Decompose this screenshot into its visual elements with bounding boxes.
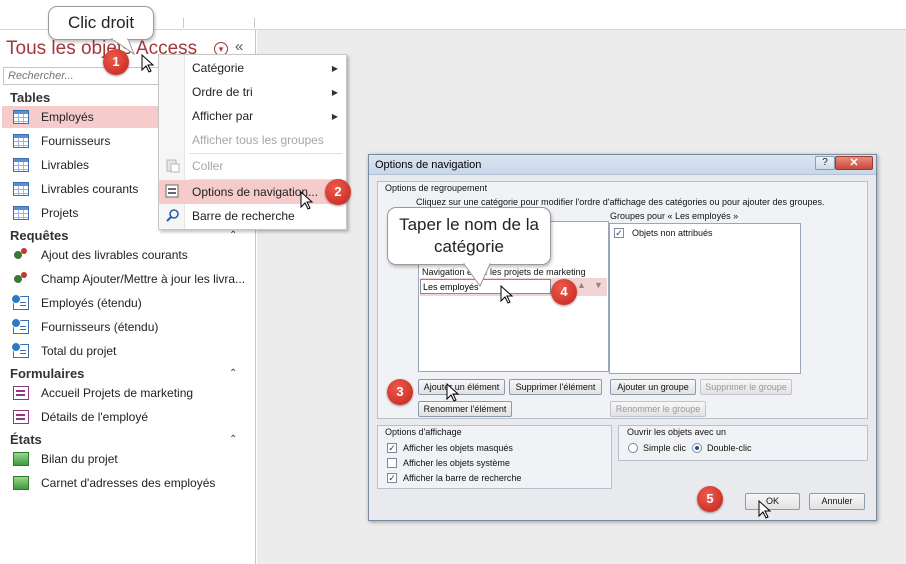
paste-icon <box>165 158 180 173</box>
checkbox-checked-icon[interactable]: ✓ <box>614 228 624 238</box>
delete-item-button[interactable]: Supprimer l'élément <box>509 379 602 395</box>
menu-item-search-bar[interactable]: Barre de recherche <box>159 204 346 228</box>
select-query-icon <box>11 294 29 310</box>
group-item-label: Objets non attribués <box>632 228 713 238</box>
mouse-pointer-icon <box>300 191 314 210</box>
mouse-pointer-icon <box>446 383 460 402</box>
rename-group-button[interactable]: Renommer le groupe <box>610 401 706 417</box>
nav-item[interactable]: Livrables <box>2 154 158 176</box>
groups-list-header: Groupes pour « Les employés » <box>610 211 739 221</box>
collapse-pane-icon[interactable]: « <box>235 38 243 55</box>
checkbox-unchecked-icon[interactable] <box>387 458 397 468</box>
mouse-pointer-icon <box>758 500 772 519</box>
grouping-options-title: Options de regroupement <box>385 183 488 193</box>
display-options-title: Options d'affichage <box>385 427 462 437</box>
group-header-forms[interactable]: Formulaires <box>10 366 84 381</box>
close-button[interactable]: ✕ <box>835 156 873 170</box>
menu-item-paste[interactable]: Coller <box>159 154 346 178</box>
nav-item[interactable]: Livrables courants <box>2 178 158 200</box>
submenu-arrow-icon: ▶ <box>331 111 338 121</box>
step-marker-3: 3 <box>387 379 413 405</box>
display-options-group: Options d'affichage ✓ Afficher les objet… <box>377 425 612 489</box>
move-down-icon[interactable]: ▼ <box>594 280 603 290</box>
double-click-label: Double-clic <box>707 443 752 453</box>
groups-list[interactable]: ✓ Objets non attribués <box>609 223 801 374</box>
table-icon <box>13 110 29 124</box>
table-icon <box>13 206 29 220</box>
help-button[interactable]: ? <box>815 156 835 170</box>
collapse-group-icon[interactable]: ⌃ <box>229 434 237 445</box>
dialog-titlebar: Options de navigation ? ✕ <box>369 155 876 175</box>
checkbox-checked-icon[interactable]: ✓ <box>387 473 397 483</box>
select-query-icon <box>11 318 29 334</box>
context-menu: Catégorie ▶ Ordre de tri ▶ Afficher par ▶ A… <box>158 54 347 230</box>
radio-single-click[interactable] <box>628 443 638 453</box>
menu-item-show-all-groups[interactable]: Afficher tous les groupes <box>159 128 346 152</box>
cancel-button[interactable]: Annuler <box>809 493 865 510</box>
nav-item[interactable]: Accueil Projets de marketing <box>2 382 252 404</box>
open-objects-group: Ouvrir les objets avec un Simple clic Do… <box>618 425 868 461</box>
update-query-icon <box>13 272 29 286</box>
callout-type-name: Taper le nom de la catégorie <box>387 207 551 265</box>
show-system-label: Afficher les objets système <box>403 458 510 468</box>
nav-item[interactable]: Employés (étendu) <box>2 292 158 314</box>
single-click-label: Simple clic <box>643 443 687 453</box>
collapse-group-icon[interactable]: ⌃ <box>229 230 237 241</box>
nav-item[interactable]: Bilan du projet <box>2 448 158 470</box>
select-query-icon <box>11 342 29 358</box>
nav-item[interactable]: Employés <box>2 106 158 128</box>
table-icon <box>13 158 29 172</box>
collapse-group-icon[interactable]: ⌃ <box>229 368 237 379</box>
group-header-reports[interactable]: États <box>10 432 42 447</box>
show-search-bar-label: Afficher la barre de recherche <box>403 473 522 483</box>
menu-item-sort-order[interactable]: Ordre de tri ▶ <box>159 80 346 104</box>
table-icon <box>13 182 29 196</box>
nav-item[interactable]: Projets <box>2 202 158 224</box>
step-marker-2: 2 <box>325 179 351 205</box>
nav-item[interactable]: Fournisseurs (étendu) <box>2 316 158 338</box>
checkbox-checked-icon[interactable]: ✓ <box>387 443 397 453</box>
menu-item-category[interactable]: Catégorie ▶ <box>159 56 346 80</box>
report-icon <box>13 476 29 490</box>
nav-item[interactable]: Ajout des livrables courants <box>2 244 252 266</box>
dialog-title: Options de navigation <box>375 159 482 171</box>
menu-item-navigation-options[interactable]: Options de navigation... <box>159 180 346 204</box>
step-marker-4: 4 <box>551 279 577 305</box>
nav-item[interactable]: Fournisseurs <box>2 130 158 152</box>
step-marker-5: 5 <box>697 486 723 512</box>
nav-item[interactable]: Carnet d'adresses des employés <box>2 472 252 494</box>
ok-button[interactable]: OK <box>745 493 800 510</box>
mouse-pointer-icon <box>141 54 155 73</box>
nav-item[interactable]: Champ Ajouter/Mettre à jour les livra... <box>2 268 254 290</box>
form-icon <box>13 410 29 424</box>
mouse-pointer-icon <box>500 285 514 304</box>
delete-group-button[interactable]: Supprimer le groupe <box>700 379 792 395</box>
add-group-button[interactable]: Ajouter un groupe <box>610 379 696 395</box>
group-header-tables[interactable]: Tables <box>10 90 50 105</box>
group-header-queries[interactable]: Requêtes <box>10 228 69 243</box>
nav-item[interactable]: Détails de l'employé <box>2 406 158 428</box>
submenu-arrow-icon: ▶ <box>331 63 338 73</box>
rename-item-button[interactable]: Renommer l'élément <box>418 401 512 417</box>
move-up-icon[interactable]: ▲ <box>577 280 586 290</box>
nav-item[interactable]: Total du projet <box>2 340 158 362</box>
open-objects-title: Ouvrir les objets avec un <box>627 427 727 437</box>
append-query-icon <box>13 248 29 262</box>
table-icon <box>13 134 29 148</box>
callout-right-click: Clic droit <box>48 6 154 40</box>
radio-double-click[interactable] <box>692 443 702 453</box>
add-item-button[interactable]: Ajouter un élément <box>418 379 505 395</box>
grouping-instruction: Cliquez sur une catégorie pour modifier … <box>416 197 825 207</box>
show-hidden-label: Afficher les objets masqués <box>403 443 513 453</box>
report-icon <box>13 452 29 466</box>
menu-item-view-by[interactable]: Afficher par ▶ <box>159 104 346 128</box>
submenu-arrow-icon: ▶ <box>331 87 338 97</box>
step-marker-1: 1 <box>103 49 129 75</box>
form-icon <box>13 386 29 400</box>
navigation-options-icon <box>165 184 180 199</box>
search-icon <box>165 208 180 223</box>
